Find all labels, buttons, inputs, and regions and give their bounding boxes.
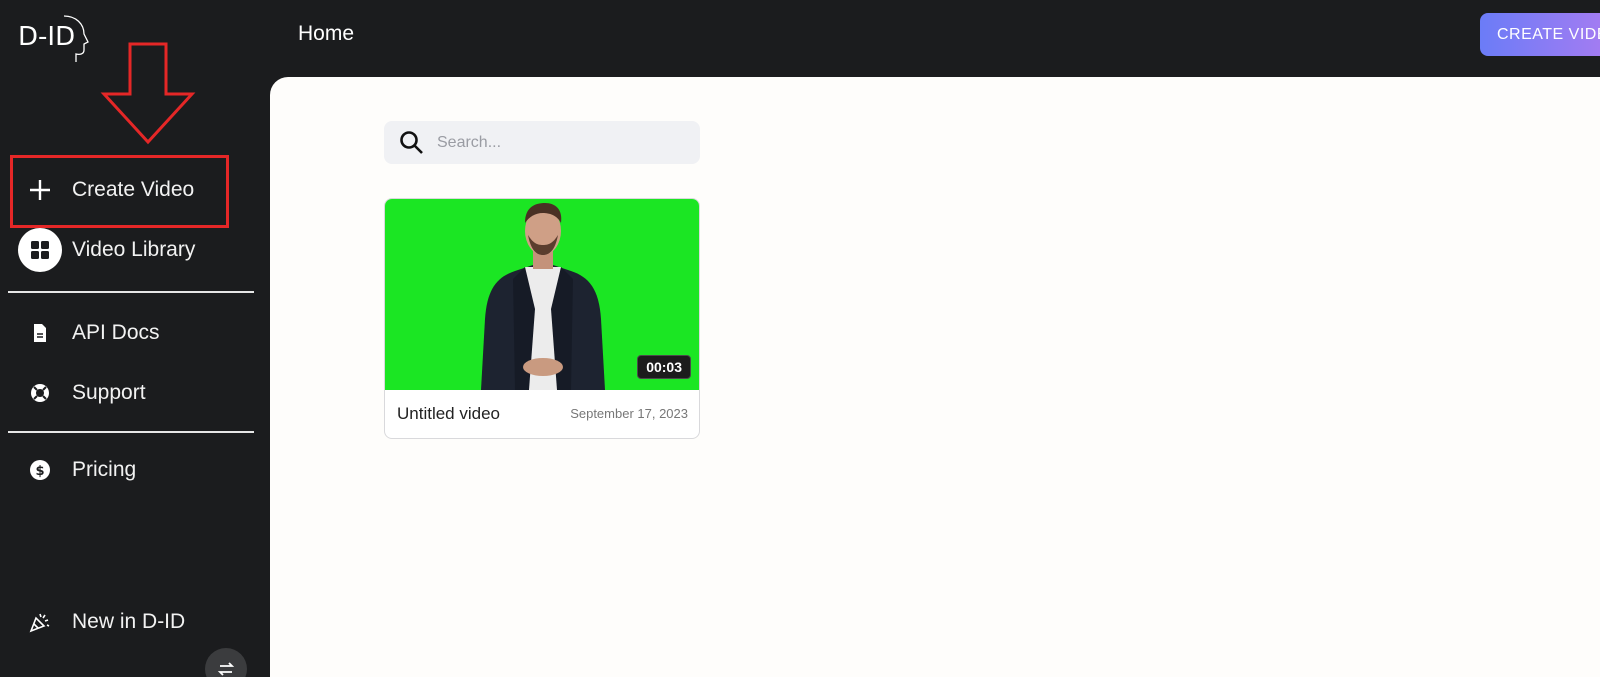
search-input[interactable] — [437, 133, 677, 152]
lifebuoy-icon — [18, 371, 62, 415]
sidebar-item-label: Video Library — [72, 238, 196, 261]
video-duration-badge: 00:03 — [637, 355, 691, 379]
search-bar[interactable] — [384, 121, 700, 164]
svg-text:$: $ — [35, 464, 44, 479]
sidebar-item-label: Pricing — [72, 458, 137, 481]
search-icon — [397, 128, 427, 158]
video-thumbnail[interactable]: 00:03 — [385, 199, 699, 390]
video-card[interactable]: 00:03 Untitled video September 17, 2023 — [384, 198, 700, 439]
sidebar-item-support[interactable]: Support — [8, 367, 254, 419]
main-content: 00:03 Untitled video September 17, 2023 — [270, 77, 1600, 677]
sidebar-item-video-library[interactable]: Video Library — [8, 224, 254, 276]
video-date: September 17, 2023 — [570, 406, 688, 421]
annotation-arrow — [100, 42, 196, 145]
grid-icon — [18, 228, 62, 272]
dollar-icon: $ — [18, 448, 62, 492]
sidebar-item-pricing[interactable]: $ Pricing — [8, 444, 254, 496]
face-profile-icon — [63, 15, 89, 62]
swap-arrows-icon — [217, 662, 235, 676]
sidebar-item-label: New in D-ID — [72, 610, 186, 633]
sidebar-item-label: Create Video — [72, 178, 195, 201]
sidebar-divider — [8, 291, 254, 293]
video-title: Untitled video — [397, 404, 501, 423]
create-video-button[interactable]: CREATE VIDEO — [1480, 13, 1600, 56]
d-id-logo[interactable]: D-ID — [18, 14, 89, 66]
document-icon — [18, 311, 62, 355]
sidebar-item-api-docs[interactable]: API Docs — [8, 307, 254, 359]
sidebar-item-label: Support — [72, 381, 146, 404]
page-title: Home — [298, 22, 355, 45]
plus-icon — [18, 168, 62, 212]
collapse-sidebar-button[interactable] — [205, 648, 247, 677]
party-popper-icon — [18, 600, 62, 644]
sidebar-item-create-video[interactable]: Create Video — [8, 164, 254, 216]
sidebar-item-new-in-d-id[interactable]: New in D-ID — [8, 596, 254, 648]
sidebar-divider — [8, 431, 254, 433]
sidebar-item-label: API Docs — [72, 321, 160, 344]
